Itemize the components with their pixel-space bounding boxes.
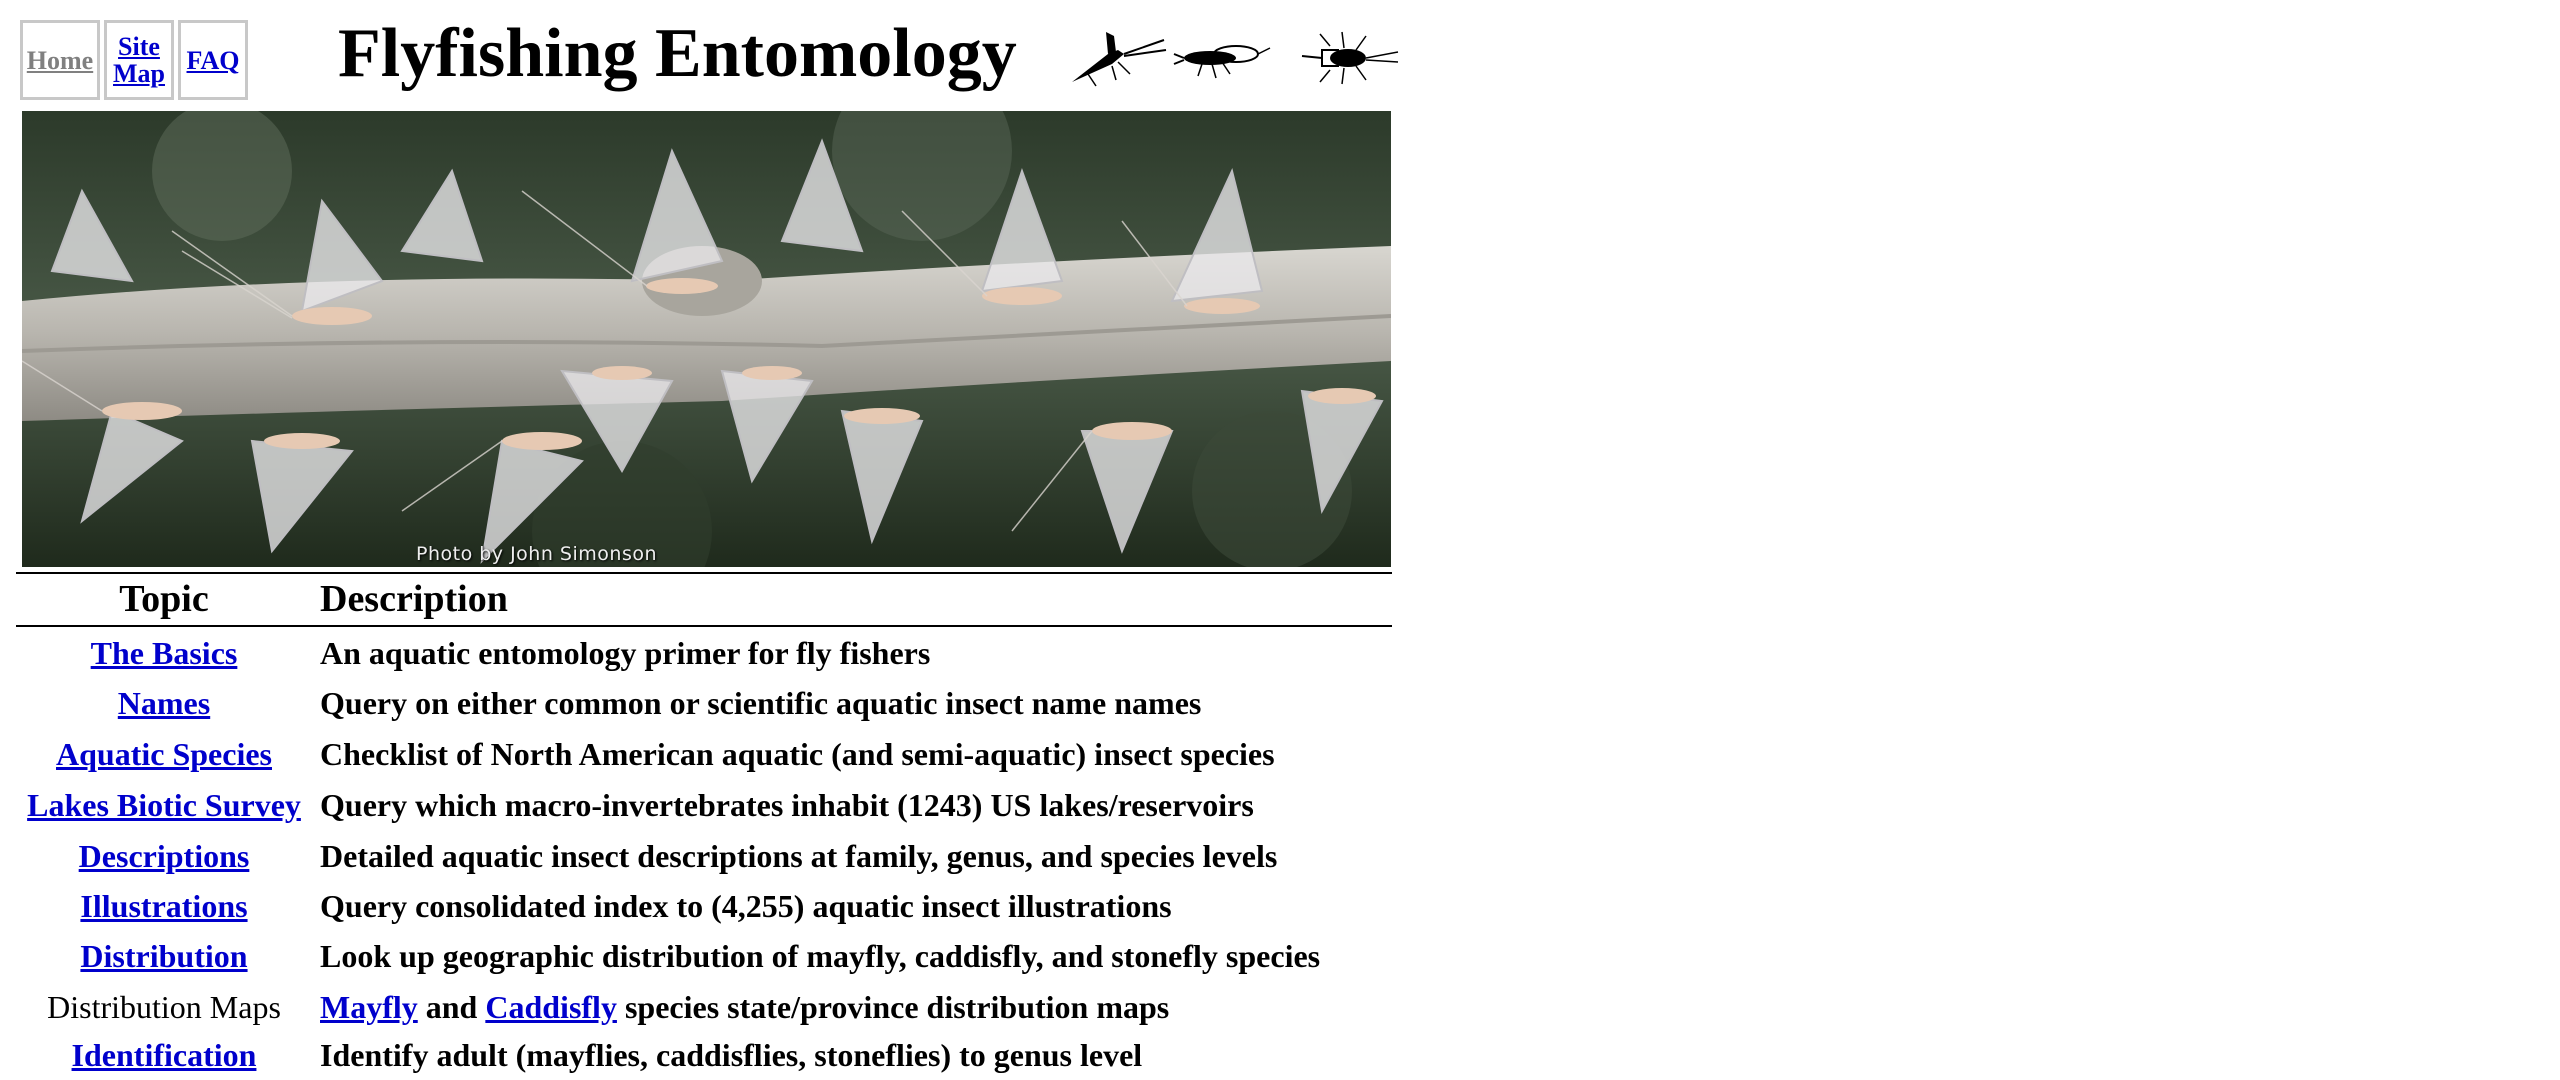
hero-photo: Photo by John Simonson bbox=[22, 111, 1391, 567]
site-map-link[interactable]: Site Map bbox=[113, 33, 165, 87]
table-header-rule bbox=[16, 625, 1392, 627]
faq-link[interactable]: FAQ bbox=[187, 47, 240, 74]
topic-cell: Identification bbox=[16, 1030, 312, 1080]
description-cell: Query consolidated index to (4,255) aqua… bbox=[320, 888, 1172, 924]
description-cell: Query which macro-invertebrates inhabit … bbox=[320, 787, 1254, 823]
description-and-text: and bbox=[425, 989, 478, 1025]
column-header-topic: Topic bbox=[119, 578, 209, 620]
mayfly-swarm-photo bbox=[22, 111, 1391, 567]
site-map-link-line1: Site bbox=[118, 32, 160, 61]
topic-link-aquatic-species[interactable]: Aquatic Species bbox=[56, 736, 272, 772]
description-cell: Detailed aquatic insect descriptions at … bbox=[320, 838, 1278, 874]
topic-cell: Descriptions bbox=[16, 831, 312, 881]
topic-link-identification[interactable]: Identification bbox=[72, 1037, 257, 1073]
caddisfly-maps-link[interactable]: Caddisfly bbox=[485, 989, 617, 1025]
topic-cell: Illustrations bbox=[16, 881, 312, 931]
photo-credit: Photo by John Simonson bbox=[416, 543, 658, 565]
topic-cell: Names bbox=[16, 678, 312, 728]
home-link[interactable]: Home bbox=[27, 47, 93, 74]
nav-faq-box: FAQ bbox=[178, 20, 248, 100]
mayfly-maps-link[interactable]: Mayfly bbox=[320, 989, 418, 1025]
topic-link-illustrations[interactable]: Illustrations bbox=[80, 888, 247, 924]
page-title: Flyfishing Entomology bbox=[338, 15, 1017, 92]
site-map-link-line2: Map bbox=[113, 59, 165, 88]
topic-link-descriptions[interactable]: Descriptions bbox=[79, 838, 250, 874]
topic-cell: Distribution Maps bbox=[16, 982, 312, 1032]
description-cell: Identify adult (mayflies, caddisflies, s… bbox=[320, 1037, 1143, 1073]
topic-link-lakes-biotic-survey[interactable]: Lakes Biotic Survey bbox=[27, 787, 301, 823]
description-rest-text: species state/province distribution maps bbox=[624, 989, 1170, 1025]
description-cell: An aquatic entomology primer for fly fis… bbox=[320, 635, 931, 671]
stonefly-icon bbox=[1173, 45, 1271, 79]
column-header-description: Description bbox=[320, 578, 508, 620]
nav-home-box: Home bbox=[20, 20, 100, 100]
description-cell: Query on either common or scientific aqu… bbox=[320, 685, 1202, 721]
description-cell: Checklist of North American aquatic (and… bbox=[320, 736, 1275, 772]
nav-sitemap-box: Site Map bbox=[104, 20, 174, 100]
caddisfly-icon bbox=[1301, 31, 1399, 85]
topic-cell: Aquatic Species bbox=[16, 729, 312, 779]
topic-cell: The Basics bbox=[16, 628, 312, 678]
mayfly-icon bbox=[1072, 32, 1167, 87]
topic-label-distribution-maps: Distribution Maps bbox=[47, 989, 281, 1025]
topic-cell: Lakes Biotic Survey bbox=[16, 780, 312, 830]
description-cell: Mayfly and Caddisfly species state/provi… bbox=[320, 982, 1169, 1032]
topic-link-the-basics[interactable]: The Basics bbox=[91, 635, 238, 671]
topic-link-names[interactable]: Names bbox=[118, 685, 210, 721]
topic-link-distribution[interactable]: Distribution bbox=[80, 938, 247, 974]
topic-cell: Distribution bbox=[16, 931, 312, 981]
description-cell: Look up geographic distribution of mayfl… bbox=[320, 938, 1321, 974]
